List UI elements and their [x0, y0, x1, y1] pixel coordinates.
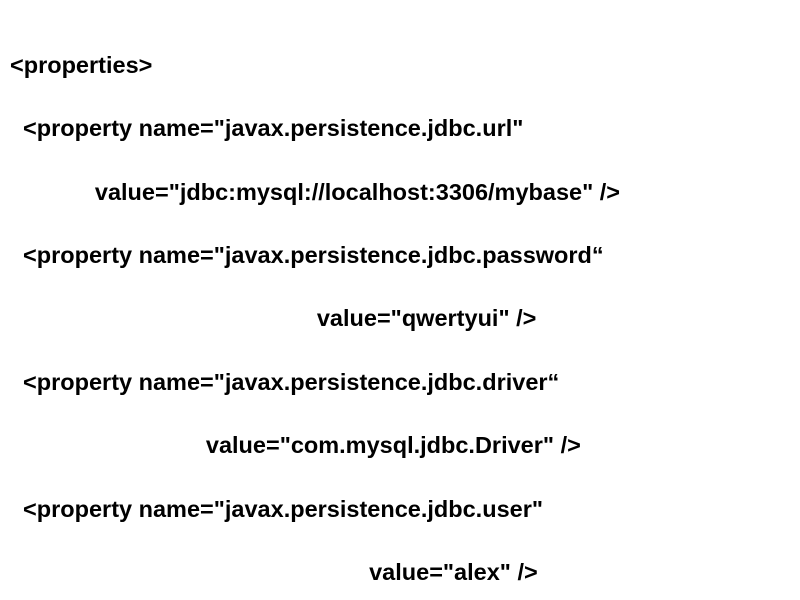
code-line: <property name="javax.persistence.jdbc.u… — [10, 494, 790, 526]
code-line: <property name="javax.persistence.jdbc.u… — [10, 113, 790, 145]
code-line: <property name="javax.persistence.jdbc.p… — [10, 240, 790, 272]
code-line: value="com.mysql.jdbc.Driver" /> — [10, 430, 790, 462]
code-line: value="alex" /> — [10, 557, 790, 589]
xml-code-block: <properties> <property name="javax.persi… — [0, 0, 800, 600]
code-line: <properties> — [10, 50, 790, 82]
code-line: <property name="javax.persistence.jdbc.d… — [10, 367, 790, 399]
code-line: value="qwertyui" /> — [10, 303, 790, 335]
code-line: value="jdbc:mysql://localhost:3306/mybas… — [10, 177, 790, 209]
